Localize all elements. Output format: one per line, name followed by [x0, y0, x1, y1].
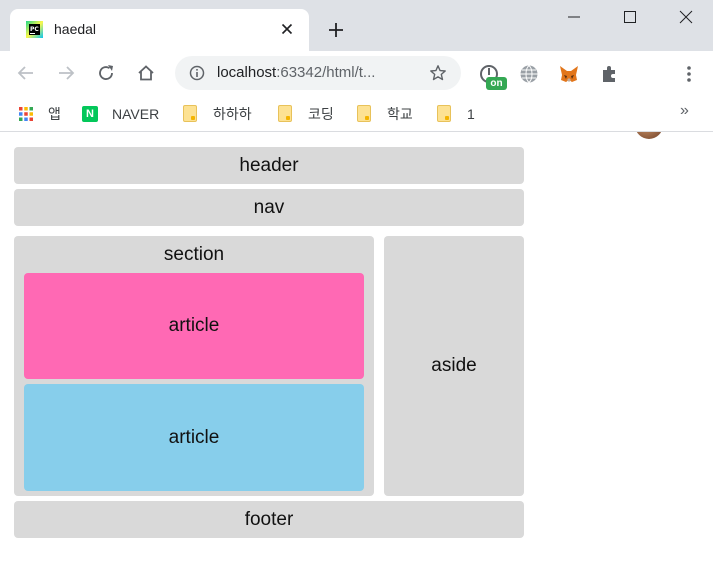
maximize-icon: [624, 11, 636, 23]
folder-icon: [183, 105, 197, 122]
page-nav: nav: [14, 189, 524, 226]
article-blue: article: [24, 384, 364, 491]
folder-icon: [437, 105, 451, 122]
bookmark-folder-1[interactable]: 1: [437, 95, 475, 132]
reload-icon[interactable]: [96, 63, 116, 83]
menu-kebab-icon[interactable]: [678, 63, 700, 85]
bookmark-label: 학교: [387, 105, 413, 122]
folder-icon: [357, 105, 371, 122]
tab-close-icon[interactable]: [278, 20, 296, 38]
apps-grid-icon: [19, 106, 33, 121]
page-footer: footer: [14, 501, 524, 538]
tab-title: haedal: [54, 21, 97, 37]
bookmark-label: 앱: [48, 105, 61, 122]
minimize-icon: [568, 16, 580, 18]
pycharm-icon: PC: [26, 21, 43, 38]
extension-on-badge: on: [486, 77, 507, 90]
address-bar[interactable]: localhost:63342/html/t...: [175, 56, 461, 90]
url-path: :63342/html/t...: [276, 64, 376, 81]
bookmarks-bar: 앱 N NAVER 하하하 코딩 학교 1 »: [0, 95, 713, 132]
back-arrow-icon[interactable]: [16, 63, 36, 83]
naver-icon: N: [82, 105, 98, 122]
site-info-icon[interactable]: [189, 65, 205, 81]
window-close-icon: [679, 10, 693, 24]
url-host: localhost: [217, 64, 277, 81]
address-url[interactable]: localhost:63342/html/t...: [217, 64, 375, 82]
browser-titlebar: PC haedal: [0, 0, 713, 51]
bookmark-label: 1: [467, 105, 475, 122]
minimize-button[interactable]: [546, 0, 602, 34]
maximize-button[interactable]: [602, 0, 658, 34]
extensions-puzzle-icon[interactable]: [598, 63, 620, 85]
section-label: section: [163, 244, 225, 265]
bookmark-folder-coding[interactable]: 코딩: [278, 95, 334, 132]
bookmarks-overflow-chevron-icon[interactable]: »: [680, 102, 689, 120]
bookmark-naver[interactable]: N NAVER: [82, 95, 159, 132]
browser-toolbar: localhost:63342/html/t...: [0, 51, 713, 139]
page-header: header: [14, 147, 524, 184]
page-aside: aside: [384, 236, 524, 496]
bookmark-label: 코딩: [308, 105, 334, 122]
home-icon[interactable]: [136, 63, 156, 83]
forward-arrow-icon[interactable]: [56, 63, 76, 83]
folder-icon: [278, 105, 292, 122]
new-tab-plus-icon[interactable]: [326, 20, 346, 40]
bookmark-folder-school[interactable]: 학교: [357, 95, 413, 132]
browser-tab[interactable]: PC haedal: [10, 9, 309, 51]
bookmark-folder-hahaha[interactable]: 하하하: [183, 95, 252, 132]
metamask-fox-icon[interactable]: [558, 63, 580, 85]
globe-extension-icon[interactable]: [518, 63, 540, 85]
window-close-button[interactable]: [658, 0, 713, 34]
bookmark-apps[interactable]: 앱: [18, 95, 61, 132]
article-pink: article: [24, 273, 364, 379]
bookmark-star-icon[interactable]: [429, 64, 447, 82]
svg-text:PC: PC: [30, 26, 39, 33]
bookmark-label: NAVER: [112, 105, 160, 122]
bookmark-label: 하하하: [213, 105, 252, 122]
